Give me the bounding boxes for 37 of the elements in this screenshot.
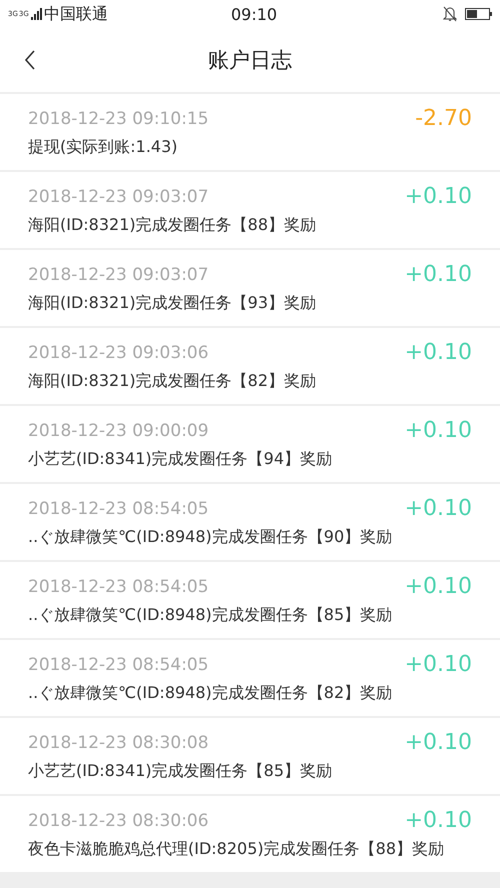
entry-time: 2018-12-23 09:03:07 (28, 264, 209, 284)
entry-description: ..ぐ放肆微笑℃(ID:8948)完成发圈任务【85】奖励 (28, 605, 394, 625)
entry-time: 2018-12-23 08:54:05 (28, 498, 209, 518)
muted-bell-icon (443, 6, 457, 22)
entry-description: 海阳(ID:8321)完成发圈任务【82】奖励 (28, 371, 317, 391)
entry-description: ..ぐ放肆微笑℃(ID:8948)完成发圈任务【82】奖励 (28, 683, 394, 703)
entry-time: 2018-12-23 08:54:05 (28, 576, 209, 596)
entry-time: 2018-12-23 09:10:15 (28, 108, 209, 128)
entry-time: 2018-12-23 09:00:09 (28, 420, 209, 440)
entry-description: 提现(实际到账:1.43) (28, 137, 178, 157)
entry-description: 海阳(ID:8321)完成发圈任务【93】奖励 (28, 293, 317, 313)
entry-description: 海阳(ID:8321)完成发圈任务【88】奖励 (28, 215, 317, 235)
entry-amount: +0.10 (404, 496, 472, 521)
entry-time: 2018-12-23 08:54:05 (28, 654, 209, 674)
entry-time: 2018-12-23 08:30:08 (28, 732, 209, 752)
signal-icon (30, 8, 42, 20)
entry-description: 小艺艺(ID:8341)完成发圈任务【94】奖励 (28, 449, 333, 469)
entry-description: 夜色卡滋脆脆鸡总代理(ID:8205)完成发圈任务【88】奖励 (28, 839, 445, 859)
entry-description: ..ぐ放肆微笑℃(ID:8948)完成发圈任务【90】奖励 (28, 527, 394, 547)
back-icon (24, 50, 36, 70)
status-time: 09:10 (231, 4, 278, 24)
entry-amount: +0.10 (404, 340, 472, 365)
entry-amount: +0.10 (404, 262, 472, 287)
entry-time: 2018-12-23 09:03:06 (28, 342, 209, 362)
battery-icon (465, 8, 492, 20)
entry-amount: +0.10 (404, 730, 472, 755)
page-title: 账户日志 (208, 47, 292, 74)
entry-amount: +0.10 (404, 808, 472, 833)
entry-amount: +0.10 (404, 184, 472, 209)
entry-amount: +0.10 (404, 574, 472, 599)
entry-amount: +0.10 (404, 418, 472, 443)
carrier-name: 中国联通 (44, 4, 108, 24)
entry-time: 2018-12-23 09:03:07 (28, 186, 209, 206)
entry-description: 小艺艺(ID:8341)完成发圈任务【85】奖励 (28, 761, 333, 781)
entry-time: 2018-12-23 08:30:06 (28, 810, 209, 830)
entry-amount: +0.10 (404, 652, 472, 677)
entry-amount: -2.70 (415, 106, 472, 131)
